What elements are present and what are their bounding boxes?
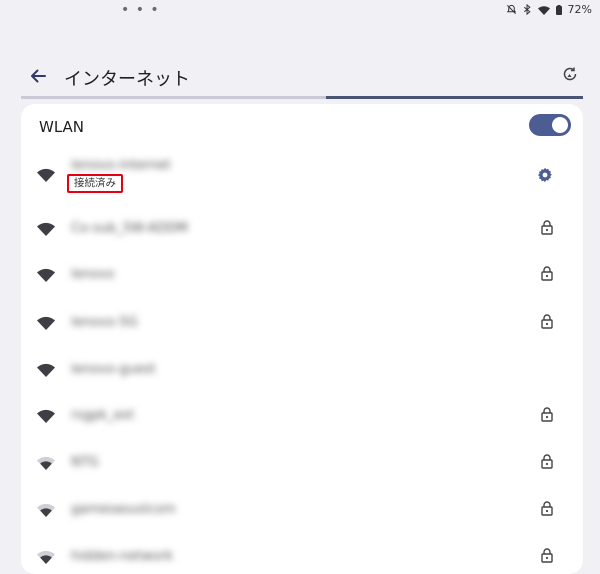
wifi-signal-icon	[37, 549, 55, 568]
wifi-icon	[537, 5, 550, 15]
wifi-signal-icon	[37, 408, 55, 427]
wifi-signal-icon	[37, 221, 55, 240]
network-row[interactable]: rsgpk_ext	[21, 393, 583, 439]
system-icons: 72%	[506, 3, 592, 16]
network-row[interactable]: NTG	[21, 440, 583, 486]
wlan-toggle[interactable]	[529, 114, 571, 136]
back-button[interactable]	[24, 64, 52, 92]
scan-progress-indicator	[326, 96, 583, 99]
connection-status: 接続済み	[67, 174, 123, 193]
wifi-signal-icon	[37, 455, 55, 474]
network-row[interactable]: lenovo-guest	[21, 347, 583, 393]
wifi-signal-icon	[37, 502, 55, 521]
arrow-left-icon	[28, 66, 48, 90]
status-dots: • • •	[121, 2, 160, 18]
lock-icon	[541, 266, 553, 281]
network-row[interactable]: lenovo-5G	[21, 300, 583, 346]
network-ssid: lenovo-5G	[71, 315, 138, 330]
app-header: インターネット	[0, 58, 600, 98]
lock-icon	[541, 220, 553, 235]
status-bar: • • • 72%	[0, 0, 600, 22]
toggle-knob	[552, 117, 568, 133]
wifi-signal-icon	[37, 315, 55, 334]
lock-icon	[541, 454, 553, 469]
scan-progress-bar	[21, 96, 583, 99]
network-ssid: lenovo-internet	[71, 158, 171, 173]
network-ssid: Co-sub_5W-ADDM	[71, 221, 188, 236]
lock-icon	[541, 548, 553, 563]
network-row[interactable]: Co-sub_5W-ADDM	[21, 206, 583, 252]
network-row-connected[interactable]: lenovo-internet 接続済み	[21, 152, 583, 198]
network-ssid: lenovo	[71, 267, 115, 282]
refresh-icon	[561, 65, 579, 87]
wifi-signal-icon	[37, 362, 55, 381]
refresh-button[interactable]	[558, 64, 582, 88]
lock-icon	[541, 314, 553, 329]
battery-percent: 72%	[567, 3, 592, 16]
wifi-signal-icon	[37, 267, 55, 286]
lock-icon	[541, 407, 553, 422]
network-ssid: rsgpk_ext	[71, 408, 135, 423]
network-settings-button[interactable]	[537, 167, 553, 187]
wlan-label: WLAN	[39, 118, 85, 136]
bluetooth-icon	[523, 4, 532, 15]
wifi-signal-icon	[37, 167, 55, 186]
mute-icon	[506, 4, 517, 15]
page-title: インターネット	[64, 69, 190, 90]
network-row[interactable]: lenovo	[21, 252, 583, 298]
network-row[interactable]: gamesasuslcom	[21, 487, 583, 533]
wlan-toggle-row[interactable]: WLAN	[21, 104, 583, 150]
wlan-card: WLAN lenovo-internet 接続済み Co-sub_5W-ADDM	[21, 104, 583, 574]
battery-icon	[555, 4, 562, 15]
lock-icon	[541, 501, 553, 516]
network-ssid: NTG	[71, 455, 99, 470]
network-row[interactable]: hidden-network	[21, 534, 583, 574]
network-ssid: lenovo-guest	[71, 362, 156, 377]
network-ssid: gamesasuslcom	[71, 502, 176, 517]
gear-icon	[537, 167, 553, 187]
